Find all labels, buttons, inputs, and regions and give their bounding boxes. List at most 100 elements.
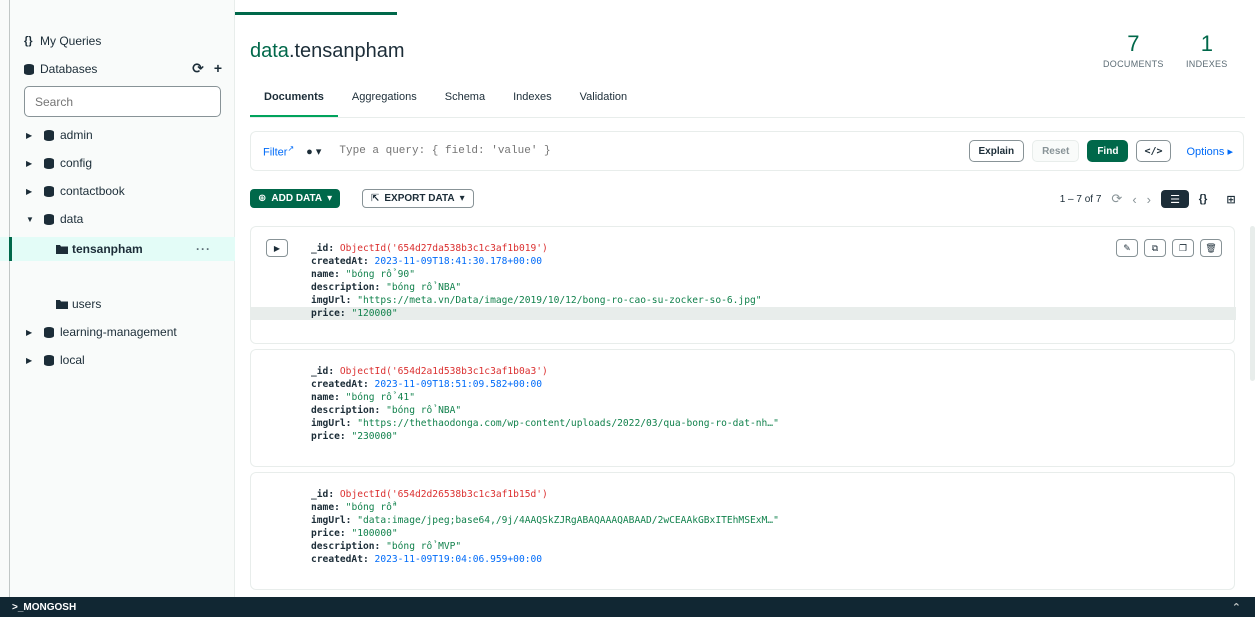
reset-button[interactable]: Reset bbox=[1032, 140, 1080, 162]
caret-right-icon: ▶ bbox=[26, 355, 33, 365]
field-value: ObjectId('654d27da538b3c1c3af1b019') bbox=[339, 243, 548, 254]
tab-documents[interactable]: Documents bbox=[250, 88, 338, 118]
field-row: price: "120000" bbox=[251, 307, 1236, 320]
tree-label: learning-management bbox=[60, 325, 177, 339]
tree-collection-users[interactable]: users bbox=[0, 292, 235, 316]
field-row: price: "100000" bbox=[311, 528, 398, 539]
expand-caret-icon[interactable]: ▶ bbox=[266, 239, 288, 257]
list-view-icon[interactable]: ☰ bbox=[1161, 190, 1189, 208]
database-icon bbox=[44, 129, 60, 141]
json-view-icon[interactable]: {} bbox=[1189, 190, 1217, 208]
sidebar-item-databases[interactable]: Databases bbox=[24, 59, 97, 79]
explain-button[interactable]: Explain bbox=[968, 140, 1025, 162]
tab-aggregations[interactable]: Aggregations bbox=[338, 88, 431, 118]
field-value: "bóng rổ" bbox=[345, 502, 398, 513]
field-row: name: "bóng rổ 41" bbox=[311, 392, 415, 403]
export-icon: ⇱ bbox=[371, 193, 380, 204]
field-row: name: "bóng rổ 90" bbox=[311, 269, 415, 280]
code-view-button[interactable]: </> bbox=[1136, 140, 1171, 162]
folder-icon bbox=[56, 299, 72, 309]
tab-validation[interactable]: Validation bbox=[566, 88, 642, 118]
database-icon bbox=[44, 326, 60, 338]
tree-db-data[interactable]: ▼ data bbox=[0, 207, 235, 231]
field-row: description: "bóng rổ MVP" bbox=[311, 541, 462, 552]
add-data-label: ADD DATA bbox=[271, 193, 323, 204]
field-row: _id: ObjectId('654d2a1d538b3c1c3af1b0a3'… bbox=[311, 366, 548, 377]
database-icon bbox=[44, 185, 60, 197]
table-view-icon[interactable]: ⊞ bbox=[1217, 190, 1245, 208]
refresh-icon[interactable]: ⟳ bbox=[1111, 191, 1122, 207]
options-button[interactable]: Options ▸ bbox=[1187, 145, 1234, 158]
caret-right-icon: ▶ bbox=[26, 186, 33, 196]
tree-label: config bbox=[60, 156, 93, 170]
field-row: _id: ObjectId('654d2d26538b3c1c3af1b15d'… bbox=[311, 489, 548, 500]
refresh-icon[interactable]: ⟳ bbox=[192, 60, 204, 77]
tree-collection-tensanpham[interactable]: tensanpham ··· bbox=[0, 237, 235, 261]
view-toggle: ☰ {} ⊞ bbox=[1161, 190, 1245, 208]
tree-db-admin[interactable]: ▶ admin bbox=[0, 123, 235, 147]
sidebar: {} My Queries Databases ⟳ + ▶ admin ▶ co… bbox=[0, 0, 235, 597]
field-key: createdAt bbox=[311, 256, 363, 267]
sidebar-search-input[interactable] bbox=[24, 86, 221, 117]
export-data-button[interactable]: ⇱ EXPORT DATA ▾ bbox=[362, 189, 474, 208]
field-value: "230000" bbox=[351, 431, 398, 442]
field-row: name: "bóng rổ" bbox=[311, 502, 398, 513]
mongosh-bar[interactable]: >_MONGOSH ⌃ bbox=[0, 597, 1255, 617]
filter-bar: Filter↗ ● ▾ Explain Reset Find </> Optio… bbox=[250, 131, 1244, 171]
chevron-up-icon[interactable]: ⌃ bbox=[1232, 601, 1241, 614]
field-row: createdAt: 2023-11-09T19:04:06.959+00:00 bbox=[311, 554, 543, 565]
field-value: "bóng rổ NBA" bbox=[386, 282, 462, 293]
field-row: _id: ObjectId('654d27da538b3c1c3af1b019'… bbox=[311, 243, 548, 254]
sidebar-item-my-queries[interactable]: {} My Queries bbox=[24, 31, 101, 51]
chevron-down-icon: ▾ bbox=[459, 193, 465, 204]
chevron-right-icon[interactable]: › bbox=[1147, 192, 1151, 207]
sidebar-item-label: Databases bbox=[40, 62, 98, 76]
plus-icon[interactable]: + bbox=[214, 60, 222, 77]
field-value: "data:image/jpeg;base64,/9j/4AAQSkZJRgAB… bbox=[357, 515, 779, 526]
field-value: "https://thethaodonga.com/wp-content/upl… bbox=[357, 418, 779, 429]
field-key: imgUrl bbox=[311, 418, 346, 429]
field-row: description: "bóng rổ NBA" bbox=[311, 405, 462, 416]
field-value: "100000" bbox=[351, 528, 398, 539]
filter-link[interactable]: Filter↗ bbox=[263, 144, 294, 159]
sidebar-item-label: My Queries bbox=[40, 34, 102, 48]
more-icon[interactable]: ··· bbox=[196, 242, 211, 256]
chevron-left-icon[interactable]: ‹ bbox=[1132, 192, 1136, 207]
documents-label: DOCUMENTS bbox=[1103, 59, 1164, 69]
filter-label: Filter bbox=[263, 146, 288, 159]
documents-stat: 7 DOCUMENTS bbox=[1103, 31, 1164, 70]
find-button[interactable]: Find bbox=[1087, 140, 1129, 162]
tree-label: tensanpham bbox=[72, 242, 143, 256]
field-value: ObjectId('654d2a1d538b3c1c3af1b0a3') bbox=[339, 366, 548, 377]
tree-db-contactbook[interactable]: ▶ contactbook bbox=[0, 179, 235, 203]
field-row: imgUrl: "https://thethaodonga.com/wp-con… bbox=[311, 418, 779, 429]
tree-db-learning-management[interactable]: ▶ learning-management bbox=[0, 320, 235, 344]
tab-indexes[interactable]: Indexes bbox=[499, 88, 566, 118]
page-title: data.tensanpham bbox=[250, 40, 405, 63]
field-value: "bóng rổ 90" bbox=[345, 269, 415, 280]
tree-label: users bbox=[72, 297, 102, 311]
document-card[interactable]: _id: ObjectId('654d2d26538b3c1c3af1b15d'… bbox=[250, 472, 1235, 590]
tree-db-config[interactable]: ▶ config bbox=[0, 151, 235, 175]
field-value: ObjectId('654d2d26538b3c1c3af1b15d') bbox=[339, 489, 548, 500]
mongosh-label: >_MONGOSH bbox=[12, 601, 77, 613]
chevron-down-icon: ▾ bbox=[327, 193, 333, 204]
tree-label: local bbox=[60, 353, 85, 367]
field-row: imgUrl: "https://meta.vn/Data/image/2019… bbox=[311, 295, 762, 306]
scrollbar[interactable] bbox=[1250, 226, 1255, 381]
tab-schema[interactable]: Schema bbox=[431, 88, 499, 118]
document-card[interactable]: _id: ObjectId('654d2a1d538b3c1c3af1b0a3'… bbox=[250, 349, 1235, 467]
external-link-icon: ↗ bbox=[287, 143, 295, 153]
field-key: name bbox=[311, 269, 335, 280]
braces-icon: {} bbox=[24, 35, 33, 47]
filter-query-input[interactable] bbox=[339, 145, 900, 157]
add-data-button[interactable]: ⊕ ADD DATA ▾ bbox=[250, 189, 341, 208]
tree-db-local[interactable]: ▶ local bbox=[0, 348, 235, 372]
query-history-dropdown[interactable]: ● ▾ bbox=[306, 145, 321, 158]
field-key: price bbox=[311, 431, 340, 442]
field-key: price bbox=[311, 308, 340, 319]
caret-right-icon: ▶ bbox=[26, 327, 33, 337]
document-card[interactable]: ▶ ✎ ⧉ ❐ 🗑 _id: ObjectId('654d27da538b3c1… bbox=[250, 226, 1236, 344]
documents-count: 7 bbox=[1127, 31, 1140, 56]
indexes-stat: 1 INDEXES bbox=[1186, 33, 1228, 70]
